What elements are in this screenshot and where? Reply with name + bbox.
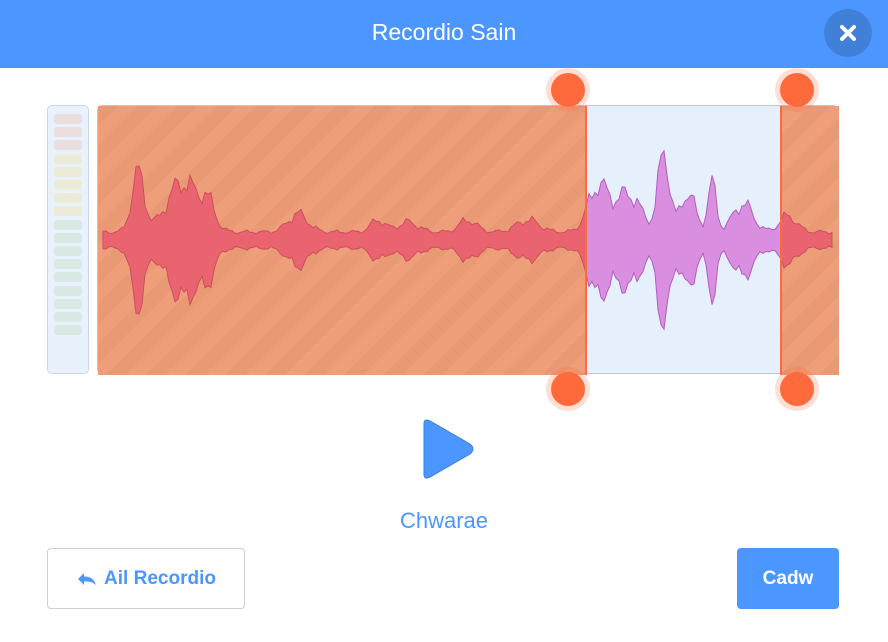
level-meter-bar xyxy=(54,312,82,322)
close-button[interactable] xyxy=(824,9,872,57)
level-meter xyxy=(47,105,89,374)
level-meter-bar xyxy=(54,285,82,296)
play-icon xyxy=(423,419,474,479)
level-meter-bar xyxy=(54,127,82,138)
level-meter-bar xyxy=(54,272,82,283)
waveform-panel[interactable] xyxy=(97,105,839,375)
trim-end-handle-top[interactable] xyxy=(780,73,814,107)
rerecord-button[interactable]: Ail Recordio xyxy=(47,548,245,609)
level-meter-bar xyxy=(54,232,82,243)
level-meter-bar xyxy=(54,219,82,230)
play-label[interactable]: Chwarae xyxy=(0,508,888,534)
play-button[interactable] xyxy=(418,418,476,480)
rerecord-label: Ail Recordio xyxy=(104,567,216,589)
save-button[interactable]: Cadw xyxy=(737,548,839,609)
level-meter-bar xyxy=(54,298,82,309)
trim-start-handle-top[interactable] xyxy=(551,73,585,107)
level-meter-bar xyxy=(54,166,82,177)
level-meter-bar xyxy=(54,246,82,256)
level-meter-bar xyxy=(54,325,82,336)
level-meter-bar xyxy=(54,206,82,217)
modal-title: Recordio Sain xyxy=(371,19,517,45)
modal-header: Recordio Sain xyxy=(0,0,888,68)
level-meter-bar xyxy=(54,153,82,164)
level-meter-bar xyxy=(54,140,82,151)
trim-end-handle-bottom[interactable] xyxy=(780,372,814,406)
waveform-svg xyxy=(98,106,839,375)
level-meter-bar xyxy=(54,180,82,190)
level-meter-bar xyxy=(54,114,82,124)
trim-start-handle-bottom[interactable] xyxy=(551,372,585,406)
undo-arrow-icon xyxy=(78,572,97,585)
level-meter-bar xyxy=(54,193,82,204)
level-meter-bar xyxy=(54,259,82,270)
close-icon xyxy=(840,25,856,41)
